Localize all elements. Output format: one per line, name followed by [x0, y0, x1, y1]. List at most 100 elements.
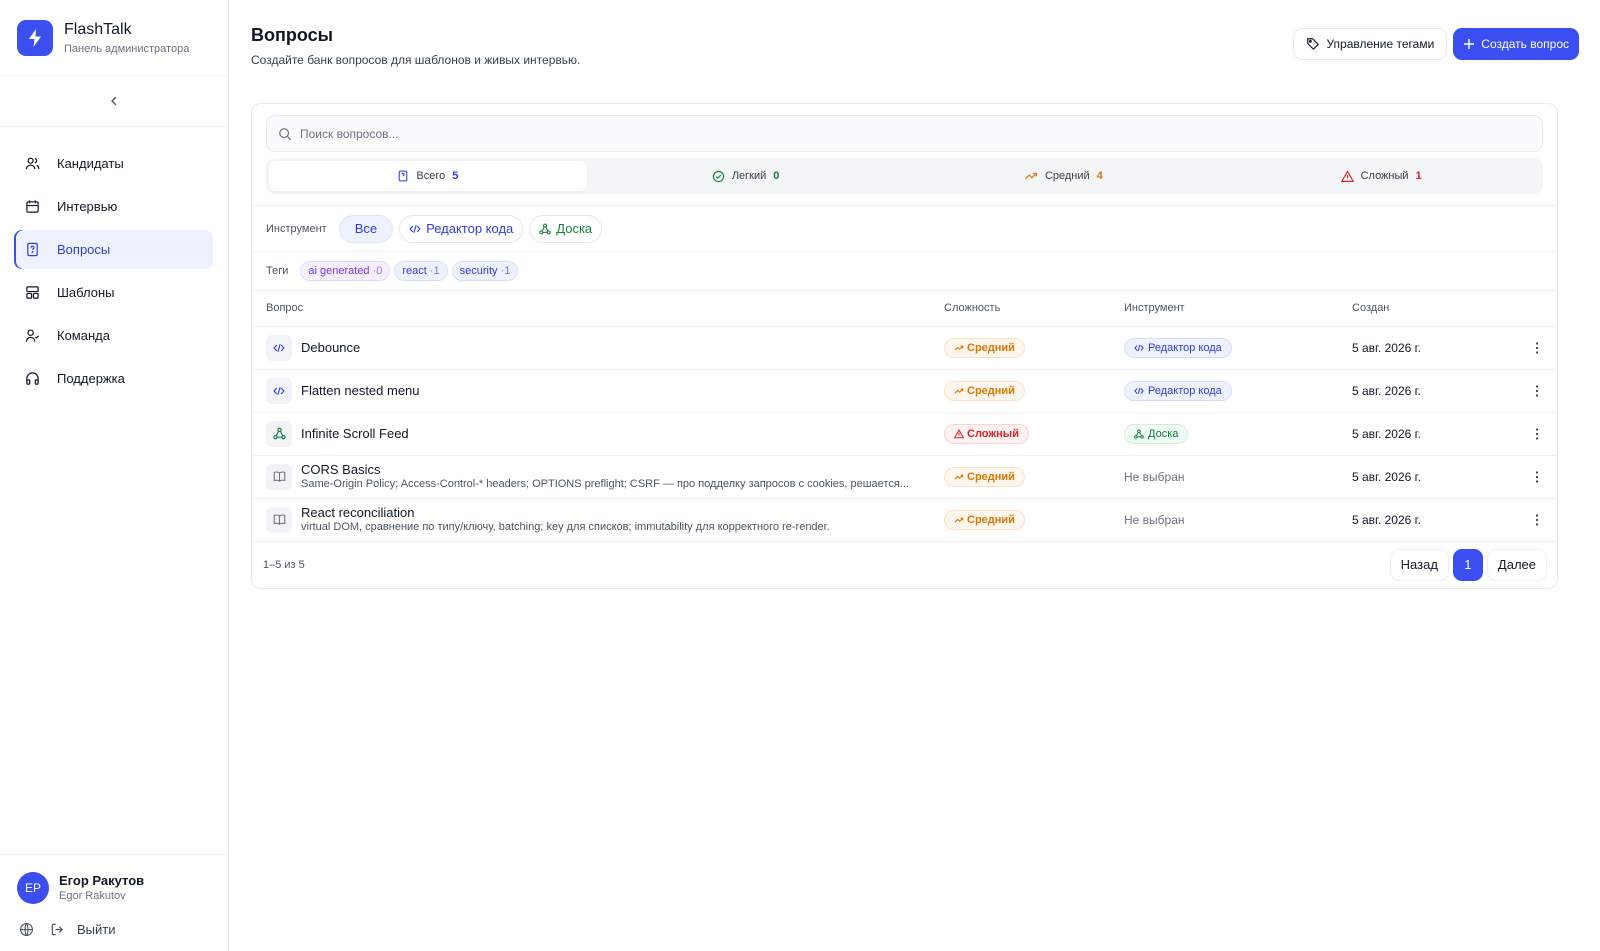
code-icon [266, 377, 292, 404]
manage-tags-button[interactable]: Управление тегами [1293, 28, 1448, 60]
table-row[interactable]: CORS Basics Same-Origin Policy; Access-C… [252, 455, 1557, 499]
brand: FlashTalk Панель администратора [0, 0, 228, 76]
sidebar-item-support[interactable]: Поддержка [14, 359, 213, 398]
avatar: ЕР [17, 872, 49, 904]
sidebar-item-candidates[interactable]: Кандидаты [14, 144, 213, 183]
collapse-row [0, 76, 228, 127]
trending-up-icon [954, 474, 964, 480]
sidebar-nav: Кандидаты Интервью Вопросы Шаблоны Коман… [0, 127, 228, 854]
user-profile[interactable]: ЕР Егор Ракутов Egor Rakutov [17, 872, 211, 904]
tag-chip[interactable]: ai generated · 0 [300, 261, 391, 281]
code-icon [1134, 387, 1144, 394]
stat-easy[interactable]: Легкий 0 [587, 161, 905, 191]
row-menu-button[interactable] [1527, 381, 1547, 401]
page-subtitle: Создайте банк вопросов для шаблонов и жи… [251, 53, 581, 67]
brand-name: FlashTalk [64, 20, 132, 38]
create-question-button[interactable]: Создать вопрос [1453, 28, 1579, 60]
more-vertical-icon [1535, 470, 1539, 483]
calendar-icon [24, 198, 41, 215]
tag-name: react [402, 265, 427, 277]
table-row[interactable]: Infinite Scroll Feed Сложный Доска 5 авг… [252, 412, 1557, 456]
file-question-icon [24, 241, 41, 258]
book-icon [266, 463, 292, 490]
board-icon [539, 223, 552, 234]
search-input[interactable] [300, 126, 1500, 141]
filter-all-chip[interactable]: Все [338, 214, 394, 243]
users-icon [24, 155, 41, 172]
pagination-bar: 1–5 из 5 Назад 1 Далее [252, 542, 1557, 588]
tool-filter-label: Инструмент [266, 222, 327, 235]
lightning-icon [17, 19, 53, 56]
questions-card: Всего 5 Легкий 0 Средний 4 [251, 103, 1558, 589]
sidebar-footer: ЕР Егор Ракутов Egor Rakutov Выйти [0, 854, 228, 951]
row-menu-button[interactable] [1527, 510, 1547, 530]
table-row[interactable]: Debounce Средний Редактор кода 5 авг. 20… [252, 326, 1557, 370]
stat-count: 4 [1096, 170, 1103, 182]
tool-badge: Редактор кода [1124, 380, 1232, 401]
code-icon [266, 334, 292, 361]
stat-hard[interactable]: Сложный 1 [1222, 161, 1540, 191]
more-vertical-icon [1535, 384, 1539, 397]
sidebar-item-interviews[interactable]: Интервью [14, 187, 213, 226]
tool-badge: Доска [1124, 423, 1189, 444]
sidebar-item-team[interactable]: Команда [14, 316, 213, 355]
created-date: 5 авг. 2026 г. [1352, 469, 1421, 484]
question-title: Infinite Scroll Feed [301, 425, 409, 441]
stat-medium[interactable]: Средний 4 [905, 161, 1223, 191]
tag-chip[interactable]: react · 1 [394, 261, 448, 281]
tag-count: 1 [433, 265, 440, 277]
row-menu-button[interactable] [1527, 338, 1547, 358]
tags-label: Теги [266, 265, 289, 277]
stat-label: Легкий [731, 170, 767, 182]
sidebar-item-questions[interactable]: Вопросы [14, 230, 213, 269]
row-menu-button[interactable] [1527, 467, 1547, 487]
table-row[interactable]: React reconciliation virtual DOM, сравне… [252, 498, 1557, 542]
column-header-difficulty[interactable]: Сложность [944, 291, 1124, 327]
more-vertical-icon [1535, 513, 1539, 526]
trending-up-icon [954, 345, 964, 351]
logout-button[interactable]: Выйти [50, 922, 116, 937]
page-title: Вопросы [251, 25, 334, 45]
trending-up-icon [954, 517, 964, 523]
created-date: 5 авг. 2026 г. [1352, 340, 1421, 355]
globe-icon[interactable] [19, 922, 34, 937]
next-page-button[interactable]: Далее [1486, 548, 1547, 581]
more-vertical-icon [1535, 427, 1539, 440]
more-vertical-icon [1535, 341, 1539, 354]
table-row[interactable]: Flatten nested menu Средний Редактор код… [252, 369, 1557, 413]
sidebar-item-templates[interactable]: Шаблоны [14, 273, 213, 312]
filter-code-editor-chip[interactable]: Редактор кода [399, 214, 524, 243]
filter-all-label: Все [354, 221, 378, 236]
plus-icon [1464, 39, 1475, 49]
question-title: CORS Basics [301, 462, 381, 477]
logout-label: Выйти [77, 922, 116, 937]
stat-label: Средний [1044, 170, 1090, 182]
tags-filter: Теги ai generated · 0 react · 1 security… [252, 252, 1557, 291]
question-description: virtual DOM, сравнение по типу/ключу, ba… [301, 521, 830, 533]
sidebar-item-label: Вопросы [57, 242, 111, 257]
question-description: Same-Origin Policy; Access-Control-* hea… [301, 478, 909, 490]
team-icon [24, 327, 41, 344]
board-icon [1134, 428, 1144, 439]
book-icon [266, 506, 292, 533]
difficulty-badge: Сложный [944, 423, 1029, 444]
search-box [266, 115, 1543, 152]
column-header-tool[interactable]: Инструмент [1124, 291, 1352, 327]
tool-filter: Инструмент Все Редактор кода Доска [252, 206, 1557, 252]
current-page-button[interactable]: 1 [1452, 548, 1483, 581]
column-header-question[interactable]: Вопрос [252, 291, 944, 327]
row-menu-button[interactable] [1527, 424, 1547, 444]
collapse-sidebar-button[interactable] [102, 89, 126, 113]
sidebar-item-label: Команда [57, 328, 110, 343]
column-header-created[interactable]: Создан [1352, 291, 1517, 327]
tag-count: 0 [376, 265, 383, 277]
stat-total[interactable]: Всего 5 [269, 161, 587, 191]
trending-up-icon [954, 388, 964, 394]
layout-template-icon [24, 284, 41, 301]
filter-board-chip[interactable]: Доска [529, 214, 603, 243]
stat-count: 0 [773, 170, 780, 182]
search-icon [279, 127, 292, 140]
tag-chip[interactable]: security · 1 [451, 261, 519, 281]
main-content: Вопросы Создайте банк вопросов для шабло… [229, 0, 1600, 951]
prev-page-button[interactable]: Назад [1389, 548, 1449, 581]
